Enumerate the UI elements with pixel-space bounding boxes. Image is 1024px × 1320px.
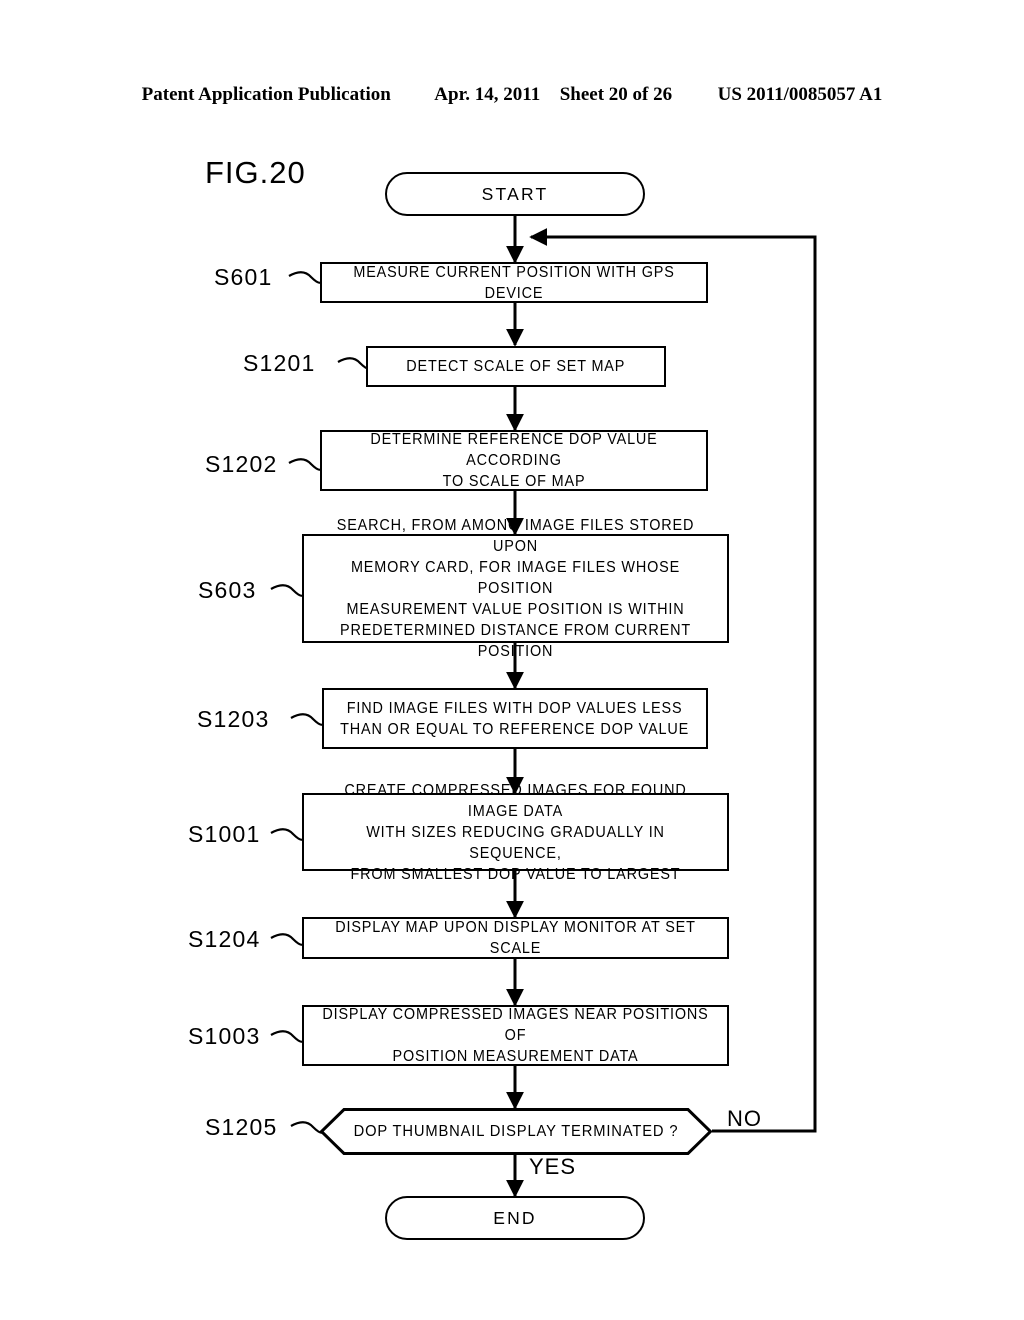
process-label-s1202: DETERMINE REFERENCE DOP VALUE ACCORDING … <box>370 431 658 490</box>
process-box-s1003[interactable]: DISPLAY COMPRESSED IMAGES NEAR POSITIONS… <box>302 1005 729 1066</box>
process-box-s1001[interactable]: CREATE COMPRESSED IMAGES FOR FOUND IMAGE… <box>302 782 729 883</box>
process-box-s601[interactable]: MEASURE CURRENT POSITION WITH GPS DEVICE <box>320 262 708 303</box>
header-date: Apr. 14, 2011 <box>434 84 541 105</box>
flow-end-label: END <box>493 1208 537 1228</box>
patent-figure-page: Patent Application Publication Apr. 14, … <box>0 0 1024 1320</box>
process-label-s1203: FIND IMAGE FILES WITH DOP VALUES LESS TH… <box>340 699 690 738</box>
step-id-s1203: S1203 <box>197 706 270 732</box>
step-id-s1001: S1001 <box>188 821 261 847</box>
process-box-s603[interactable]: SEARCH, FROM AMONG IMAGE FILES STORED UP… <box>302 517 729 660</box>
figure-label: FIG.20 <box>205 155 306 190</box>
process-box-s1204[interactable]: DISPLAY MAP UPON DISPLAY MONITOR AT SET … <box>302 917 729 959</box>
step-id-s1003: S1003 <box>188 1023 261 1049</box>
process-label-s1201: DETECT SCALE OF SET MAP <box>406 358 626 375</box>
decision-label-s1205: DOP THUMBNAIL DISPLAY TERMINATED ? <box>353 1122 679 1140</box>
step-id-s601: S601 <box>214 264 273 290</box>
process-label-s601: MEASURE CURRENT POSITION WITH GPS DEVICE <box>353 263 675 302</box>
header-patent-number: US 2011/0085057 A1 <box>717 84 883 105</box>
process-box-s1202[interactable]: DETERMINE REFERENCE DOP VALUE ACCORDING … <box>320 430 708 491</box>
flow-start-label: START <box>481 184 549 204</box>
page-header: Patent Application Publication Apr. 14, … <box>0 84 1024 106</box>
step-id-s1201: S1201 <box>243 350 316 376</box>
step-id-s603: S603 <box>198 577 257 603</box>
branch-label-no: NO <box>727 1106 762 1131</box>
process-label-s603: SEARCH, FROM AMONG IMAGE FILES STORED UP… <box>336 517 695 660</box>
process-label-s1204: DISPLAY MAP UPON DISPLAY MONITOR AT SET … <box>335 919 696 957</box>
process-label-s1001: CREATE COMPRESSED IMAGES FOR FOUND IMAGE… <box>344 781 687 883</box>
process-box-s1203[interactable]: FIND IMAGE FILES WITH DOP VALUES LESS TH… <box>322 688 708 749</box>
header-publication: Patent Application Publication <box>141 84 391 105</box>
step-id-s1205: S1205 <box>205 1114 278 1140</box>
step-id-s1204: S1204 <box>188 926 261 952</box>
process-label-s1003: DISPLAY COMPRESSED IMAGES NEAR POSITIONS… <box>322 1006 709 1065</box>
branch-label-yes: YES <box>529 1154 577 1179</box>
decision-hexagon-s1205[interactable]: DOP THUMBNAIL DISPLAY TERMINATED ? <box>320 1108 712 1155</box>
process-box-s1201[interactable]: DETECT SCALE OF SET MAP <box>366 346 666 387</box>
step-id-s1202: S1202 <box>205 451 278 477</box>
flow-start-terminator[interactable]: START <box>385 172 645 216</box>
flow-end-terminator[interactable]: END <box>385 1196 645 1240</box>
header-sheet: Sheet 20 of 26 <box>559 84 673 105</box>
